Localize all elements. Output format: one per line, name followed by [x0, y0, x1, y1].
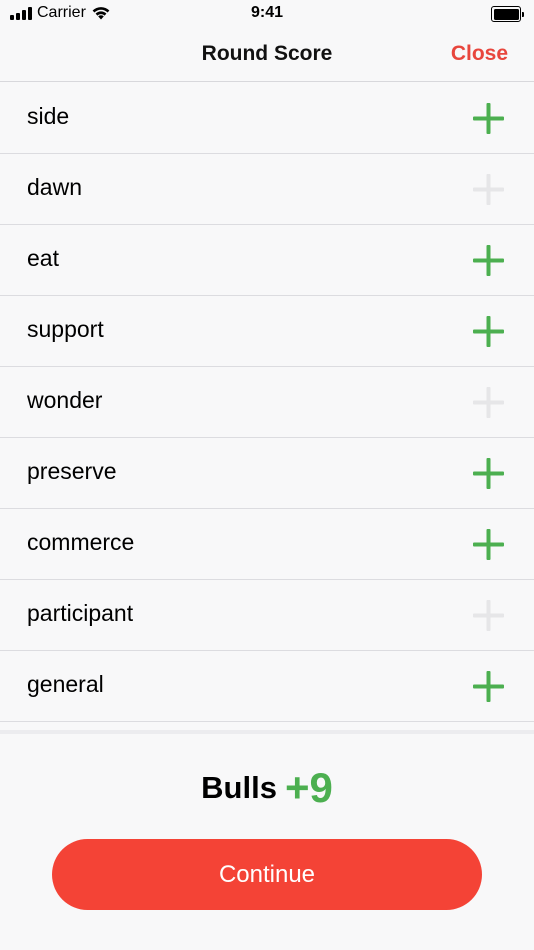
list-item: wonder	[0, 367, 534, 438]
plus-toggle-button[interactable]	[472, 102, 505, 135]
plus-icon	[473, 671, 504, 702]
plus-toggle-button[interactable]	[472, 173, 505, 206]
continue-button[interactable]: Continue	[52, 839, 482, 910]
list-item: commerce	[0, 509, 534, 580]
plus-icon	[473, 600, 504, 631]
plus-toggle-button[interactable]	[472, 670, 505, 703]
word-label: support	[27, 316, 104, 342]
score-panel: Bulls +9 Continue	[0, 730, 534, 950]
word-label: eat	[27, 245, 59, 271]
plus-icon	[473, 458, 504, 489]
score-value: +9	[284, 764, 333, 811]
plus-toggle-button[interactable]	[472, 457, 505, 490]
plus-toggle-button[interactable]	[472, 315, 505, 348]
plus-icon	[473, 529, 504, 560]
list-item: eat	[0, 225, 534, 296]
word-label: commerce	[27, 529, 135, 555]
status-bar: Carrier 9:41	[0, 0, 534, 28]
list-item: support	[0, 296, 534, 367]
plus-toggle-button[interactable]	[472, 528, 505, 561]
navigation-bar: Round Score Close	[0, 28, 534, 82]
status-time: 9:41	[250, 4, 284, 21]
word-label: side	[27, 103, 70, 129]
plus-icon	[473, 174, 504, 205]
list-item: participant	[0, 580, 534, 651]
plus-icon	[473, 245, 504, 276]
word-label: dawn	[27, 174, 82, 200]
close-button[interactable]: Close	[451, 42, 508, 66]
score-summary: Bulls +9	[0, 764, 534, 812]
word-label: participant	[27, 600, 134, 626]
word-label: general	[27, 671, 104, 697]
plus-toggle-button[interactable]	[472, 599, 505, 632]
word-label: preserve	[27, 458, 117, 484]
word-label: wonder	[27, 387, 103, 413]
word-list: side dawn eat support wonder preserve co…	[0, 83, 534, 730]
plus-icon	[473, 387, 504, 418]
plus-toggle-button[interactable]	[472, 386, 505, 419]
battery-icon	[491, 6, 524, 22]
plus-icon	[473, 316, 504, 347]
plus-icon	[473, 103, 504, 134]
score-label: Bulls	[201, 770, 277, 805]
list-item: side	[0, 83, 534, 154]
plus-toggle-button[interactable]	[472, 244, 505, 277]
list-item: dawn	[0, 154, 534, 225]
list-item: preserve	[0, 438, 534, 509]
list-item: general	[0, 651, 534, 722]
